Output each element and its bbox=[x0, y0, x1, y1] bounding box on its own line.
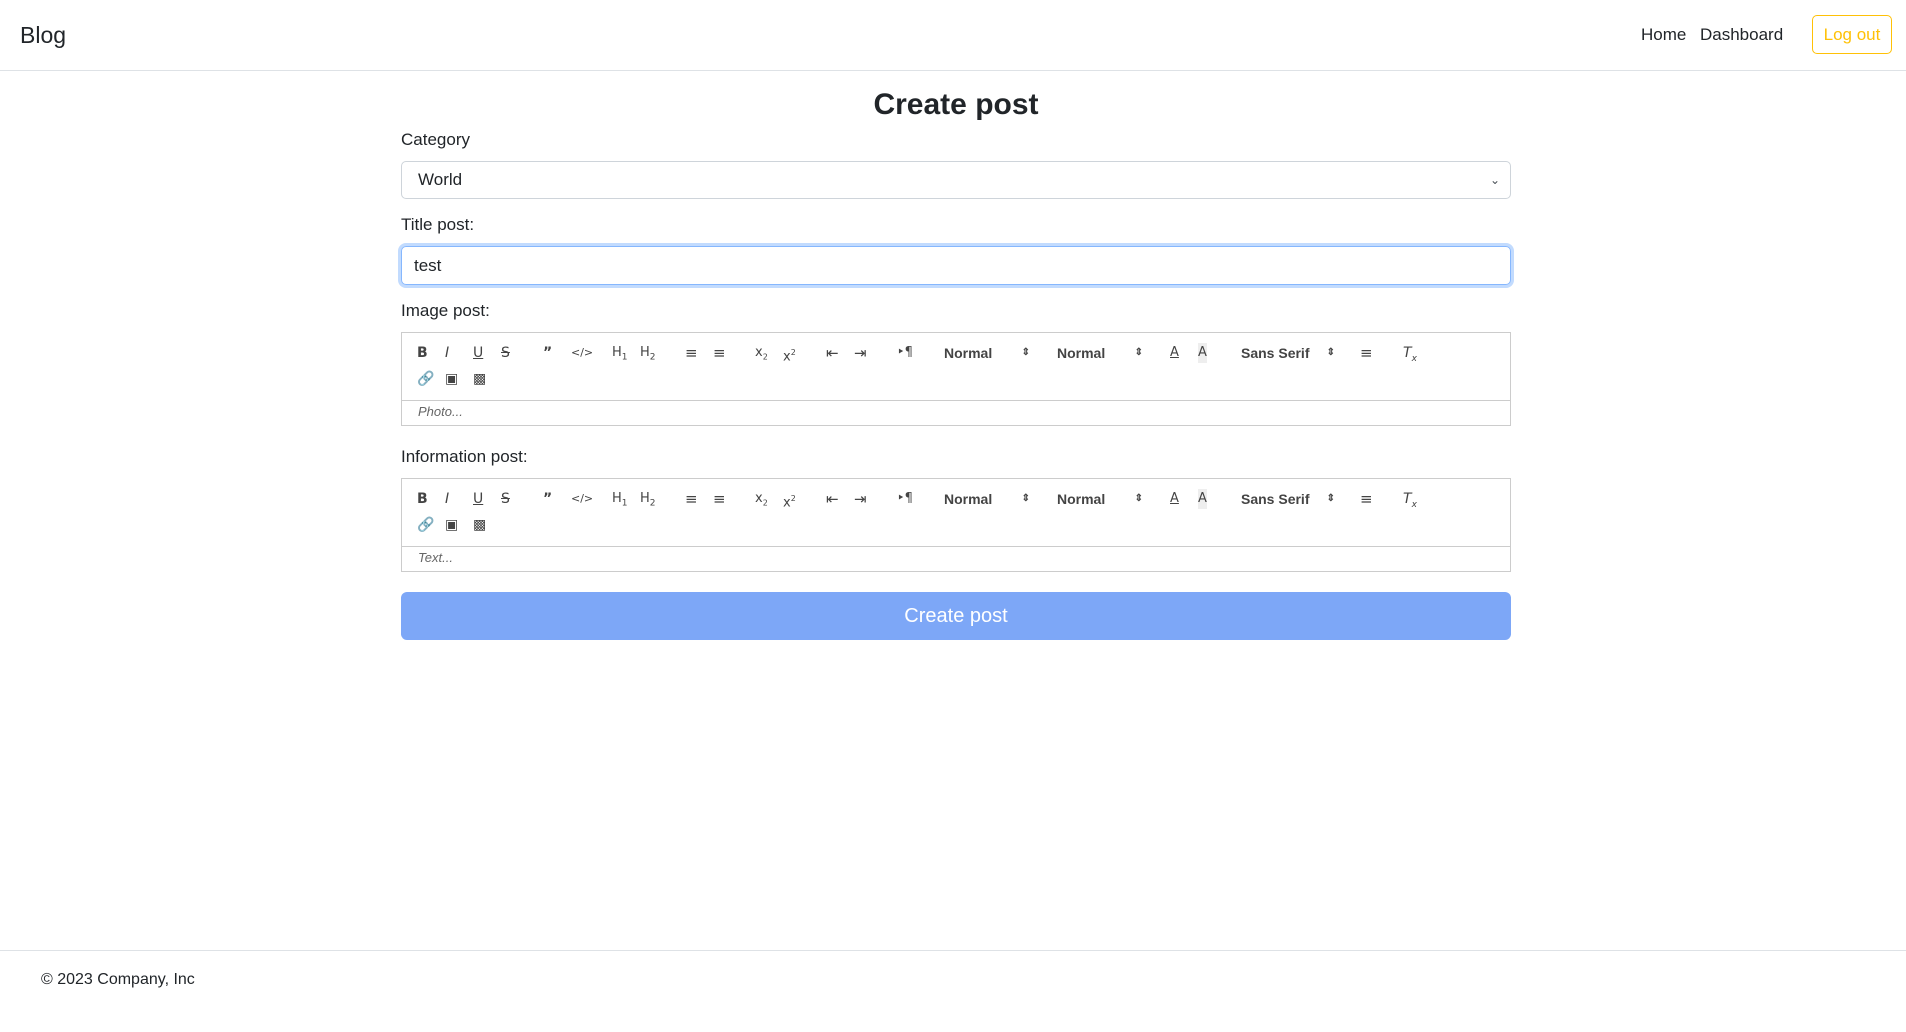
subscript-icon[interactable]: x2 bbox=[755, 343, 768, 363]
underline-icon[interactable]: U bbox=[473, 343, 483, 363]
superscript-icon[interactable]: x2 bbox=[783, 489, 796, 510]
select-arrows-icon: ⇕ bbox=[1021, 493, 1030, 504]
superscript-icon[interactable]: x2 bbox=[783, 343, 796, 364]
nav-dashboard-link[interactable]: Dashboard bbox=[1700, 25, 1783, 45]
outdent-icon[interactable]: ⇤ bbox=[826, 343, 839, 363]
info-editor-toolbar: B I U S ” </> H1 H2 ≡ ≡ x2 x2 ⇤ ⇥ ‣¶ Nor… bbox=[402, 479, 1510, 547]
category-select[interactable]: World ⌄ bbox=[401, 161, 1511, 199]
bold-icon[interactable]: B bbox=[417, 489, 428, 509]
align-icon[interactable]: ≡ bbox=[1360, 489, 1373, 509]
header-select-value: Normal bbox=[944, 345, 993, 361]
align-icon[interactable]: ≡ bbox=[1360, 343, 1373, 363]
rtl-direction-icon[interactable]: ‣¶ bbox=[897, 489, 913, 509]
page-title: Create post bbox=[873, 88, 1039, 121]
background-color-icon[interactable]: A bbox=[1198, 489, 1207, 509]
italic-icon[interactable]: I bbox=[445, 489, 449, 509]
ordered-list-icon[interactable]: ≡ bbox=[685, 343, 698, 363]
blockquote-icon[interactable]: ” bbox=[543, 489, 552, 509]
h1-icon[interactable]: H1 bbox=[612, 489, 628, 509]
create-post-form: Create post Category World ⌄ Title post:… bbox=[401, 71, 1511, 640]
header-select-value: Normal bbox=[944, 491, 993, 507]
h2-icon[interactable]: H2 bbox=[640, 343, 656, 363]
clear-format-icon[interactable]: Tx bbox=[1403, 343, 1417, 364]
rtl-direction-icon[interactable]: ‣¶ bbox=[897, 343, 913, 363]
font-select-value: Sans Serif bbox=[1241, 345, 1310, 361]
info-editor: B I U S ” </> H1 H2 ≡ ≡ x2 x2 ⇤ ⇥ ‣¶ Nor… bbox=[401, 478, 1511, 572]
navbar: Blog Home Dashboard Log out bbox=[0, 0, 1906, 71]
strike-icon[interactable]: S bbox=[501, 343, 510, 363]
indent-icon[interactable]: ⇥ bbox=[854, 489, 867, 509]
brand-logo[interactable]: Blog bbox=[20, 22, 66, 49]
footer: © 2023 Company, Inc bbox=[0, 950, 1906, 1032]
header-select[interactable]: Normal ⇕ bbox=[944, 343, 1030, 363]
background-color-icon[interactable]: A bbox=[1198, 343, 1207, 363]
h1-icon[interactable]: H1 bbox=[612, 343, 628, 363]
image-icon[interactable]: ▣ bbox=[445, 369, 458, 389]
size-select-value: Normal bbox=[1057, 491, 1106, 507]
bullet-list-icon[interactable]: ≡ bbox=[713, 489, 726, 509]
font-select[interactable]: Sans Serif ⇕ bbox=[1241, 343, 1335, 363]
font-select-value: Sans Serif bbox=[1241, 491, 1310, 507]
clear-format-icon[interactable]: Tx bbox=[1403, 489, 1417, 510]
size-select[interactable]: Normal ⇕ bbox=[1057, 343, 1143, 363]
code-block-icon[interactable]: </> bbox=[571, 489, 593, 509]
image-editor-body[interactable]: Photo... bbox=[402, 401, 1510, 425]
underline-icon[interactable]: U bbox=[473, 489, 483, 509]
link-icon[interactable]: 🔗 bbox=[417, 515, 434, 535]
size-select[interactable]: Normal ⇕ bbox=[1057, 489, 1143, 509]
indent-icon[interactable]: ⇥ bbox=[854, 343, 867, 363]
select-arrows-icon: ⇕ bbox=[1326, 493, 1335, 504]
bold-icon[interactable]: B bbox=[417, 343, 428, 363]
bullet-list-icon[interactable]: ≡ bbox=[713, 343, 726, 363]
create-post-button[interactable]: Create post bbox=[401, 592, 1511, 640]
code-block-icon[interactable]: </> bbox=[571, 343, 593, 363]
text-color-icon[interactable]: A bbox=[1170, 343, 1179, 363]
category-select-value: World bbox=[418, 170, 463, 189]
link-icon[interactable]: 🔗 bbox=[417, 369, 434, 389]
nav-home-link[interactable]: Home bbox=[1641, 25, 1686, 45]
video-icon[interactable]: ▩ bbox=[473, 369, 486, 389]
ordered-list-icon[interactable]: ≡ bbox=[685, 489, 698, 509]
title-input[interactable]: test bbox=[401, 246, 1511, 285]
select-arrows-icon: ⇕ bbox=[1326, 347, 1335, 358]
image-label: Image post: bbox=[401, 301, 490, 320]
select-arrows-icon: ⇕ bbox=[1134, 347, 1143, 358]
title-label: Title post: bbox=[401, 215, 475, 234]
logout-button[interactable]: Log out bbox=[1812, 15, 1892, 54]
outdent-icon[interactable]: ⇤ bbox=[826, 489, 839, 509]
select-arrows-icon: ⇕ bbox=[1134, 493, 1143, 504]
video-icon[interactable]: ▩ bbox=[473, 515, 486, 535]
chevron-down-icon: ⌄ bbox=[1489, 173, 1500, 187]
image-editor-toolbar: B I U S ” </> H1 H2 ≡ ≡ x2 x2 ⇤ ⇥ ‣¶ Nor… bbox=[402, 333, 1510, 401]
strike-icon[interactable]: S bbox=[501, 489, 510, 509]
size-select-value: Normal bbox=[1057, 345, 1106, 361]
info-editor-body[interactable]: Text... bbox=[402, 547, 1510, 571]
blockquote-icon[interactable]: ” bbox=[543, 343, 552, 363]
copyright-text: © 2023 Company, Inc bbox=[41, 971, 195, 988]
image-icon[interactable]: ▣ bbox=[445, 515, 458, 535]
header-select[interactable]: Normal ⇕ bbox=[944, 489, 1030, 509]
select-arrows-icon: ⇕ bbox=[1021, 347, 1030, 358]
italic-icon[interactable]: I bbox=[445, 343, 449, 363]
info-label: Information post: bbox=[401, 447, 528, 466]
category-label: Category bbox=[401, 130, 470, 149]
font-select[interactable]: Sans Serif ⇕ bbox=[1241, 489, 1335, 509]
h2-icon[interactable]: H2 bbox=[640, 489, 656, 509]
text-color-icon[interactable]: A bbox=[1170, 489, 1179, 509]
subscript-icon[interactable]: x2 bbox=[755, 489, 768, 509]
image-editor: B I U S ” </> H1 H2 ≡ ≡ x2 x2 ⇤ ⇥ ‣¶ Nor… bbox=[401, 332, 1511, 426]
